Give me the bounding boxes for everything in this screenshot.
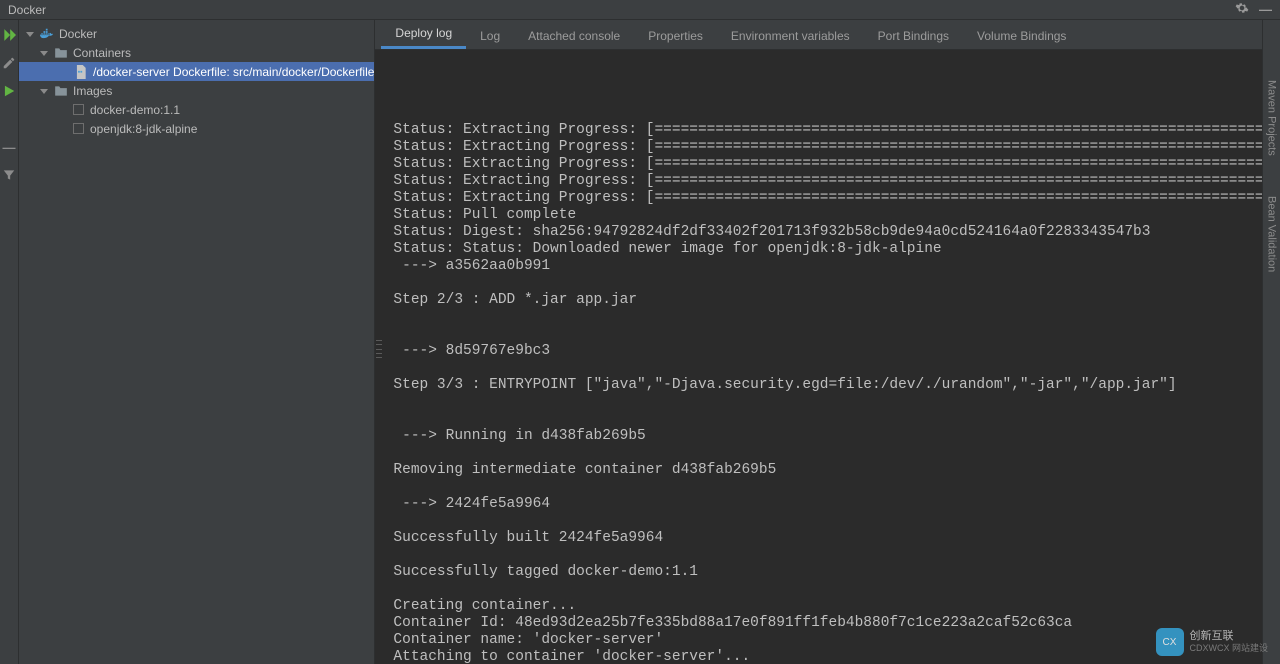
gear-icon[interactable] xyxy=(1235,1,1249,18)
watermark: CX 创新互联 CDXWCX 网站建设 xyxy=(1156,628,1269,656)
log-line: ---> 8d59767e9bc3 xyxy=(393,343,1280,360)
deploy-log-output[interactable]: Status: Extracting Progress: [==========… xyxy=(375,50,1280,664)
tab-volume-bindings[interactable]: Volume Bindings xyxy=(963,23,1080,49)
log-line: ---> 2424fe5a9964 xyxy=(393,496,1280,513)
tab-deploy-log[interactable]: Deploy log xyxy=(381,20,466,49)
tree-label: Images xyxy=(73,84,112,98)
minimize-icon[interactable]: — xyxy=(1259,2,1272,17)
log-line: Container name: 'docker-server' xyxy=(393,632,1280,649)
log-line: Container Id: 48ed93d2ea25b7fe335bd88a17… xyxy=(393,615,1280,632)
tab-log[interactable]: Log xyxy=(466,23,514,49)
tab-port-bindings[interactable]: Port Bindings xyxy=(864,23,963,49)
log-line xyxy=(393,547,1280,564)
tree-containers[interactable]: Containers xyxy=(19,43,374,62)
tree-label: /docker-server Dockerfile: src/main/dock… xyxy=(93,65,374,79)
docker-icon xyxy=(39,26,55,42)
watermark-sub: CDXWCX 网站建设 xyxy=(1190,642,1269,654)
log-line xyxy=(393,275,1280,292)
dockerfile-icon xyxy=(73,64,89,80)
folder-icon xyxy=(53,83,69,99)
log-line xyxy=(393,513,1280,530)
log-line: Successfully tagged docker-demo:1.1 xyxy=(393,564,1280,581)
tree-image-item[interactable]: openjdk:8-jdk-alpine xyxy=(19,119,374,138)
watermark-logo-icon: CX xyxy=(1156,628,1184,656)
remove-icon[interactable]: — xyxy=(0,138,18,156)
content-area: Deploy log Log Attached console Properti… xyxy=(375,20,1280,664)
tree-image-item[interactable]: docker-demo:1.1 xyxy=(19,100,374,119)
log-line: Successfully built 2424fe5a9964 xyxy=(393,530,1280,547)
tree-label: docker-demo:1.1 xyxy=(90,103,180,117)
tab-properties[interactable]: Properties xyxy=(634,23,717,49)
log-line: Status: Extracting Progress: [==========… xyxy=(393,139,1280,156)
filter-icon[interactable] xyxy=(0,166,18,184)
edit-icon[interactable] xyxy=(0,54,18,72)
folder-icon xyxy=(53,45,69,61)
deploy-icon[interactable] xyxy=(0,26,18,44)
log-line: Attaching to container 'docker-server'..… xyxy=(393,649,1280,664)
tab-bar: Deploy log Log Attached console Properti… xyxy=(375,20,1280,50)
log-line: Status: Extracting Progress: [==========… xyxy=(393,173,1280,190)
splitter-grip-icon[interactable] xyxy=(376,340,382,358)
tree-label: openjdk:8-jdk-alpine xyxy=(90,122,197,136)
log-line: Status: Extracting Progress: [==========… xyxy=(393,122,1280,139)
log-line xyxy=(393,411,1280,428)
run-icon[interactable] xyxy=(0,82,18,100)
tab-attached-console[interactable]: Attached console xyxy=(514,23,634,49)
log-line: Status: Status: Downloaded newer image f… xyxy=(393,241,1280,258)
log-line xyxy=(393,479,1280,496)
log-line xyxy=(393,326,1280,343)
log-line: Status: Extracting Progress: [==========… xyxy=(393,156,1280,173)
log-line xyxy=(393,360,1280,377)
right-tool-rail: Maven Projects Bean Validation xyxy=(1262,20,1280,664)
watermark-brand: 创新互联 xyxy=(1190,630,1269,642)
log-line: ---> Running in d438fab269b5 xyxy=(393,428,1280,445)
checkbox-icon[interactable] xyxy=(73,104,84,115)
log-line: ---> a3562aa0b991 xyxy=(393,258,1280,275)
log-line: Status: Digest: sha256:94792824df2df3340… xyxy=(393,224,1280,241)
tab-env-vars[interactable]: Environment variables xyxy=(717,23,864,49)
log-line: Status: Pull complete xyxy=(393,207,1280,224)
right-tab-bean-validation[interactable]: Bean Validation xyxy=(1266,196,1278,272)
log-line xyxy=(393,581,1280,598)
log-line xyxy=(393,445,1280,462)
left-toolbar: — xyxy=(0,20,19,664)
checkbox-icon[interactable] xyxy=(73,123,84,134)
log-line: Step 3/3 : ENTRYPOINT ["java","-Djava.se… xyxy=(393,377,1280,394)
log-line: Status: Extracting Progress: [==========… xyxy=(393,190,1280,207)
log-line: Creating container... xyxy=(393,598,1280,615)
stop-icon[interactable] xyxy=(0,110,18,128)
log-line: Removing intermediate container d438fab2… xyxy=(393,462,1280,479)
docker-tree: Docker Containers /docker-server Dockerf… xyxy=(19,20,375,664)
log-line xyxy=(393,309,1280,326)
right-tab-maven[interactable]: Maven Projects xyxy=(1266,80,1278,156)
log-line xyxy=(393,394,1280,411)
panel-title: Docker xyxy=(8,3,46,17)
tree-root-docker[interactable]: Docker xyxy=(19,24,374,43)
tree-label: Containers xyxy=(73,46,131,60)
tree-dockerfile[interactable]: /docker-server Dockerfile: src/main/dock… xyxy=(19,62,374,81)
title-bar: Docker — xyxy=(0,0,1280,20)
log-line: Step 2/3 : ADD *.jar app.jar xyxy=(393,292,1280,309)
tree-label: Docker xyxy=(59,27,97,41)
tree-images[interactable]: Images xyxy=(19,81,374,100)
